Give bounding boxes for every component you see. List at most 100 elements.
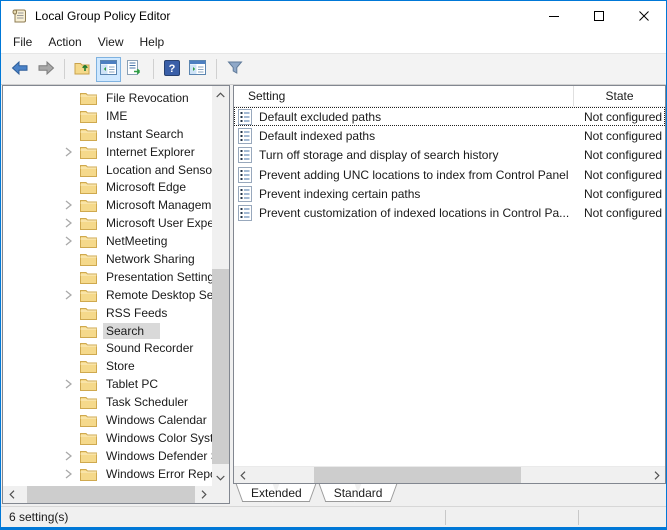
tree-item[interactable]: Location and Sensor — [3, 161, 212, 179]
tree-vertical-scrollbar[interactable] — [212, 86, 229, 486]
tree-item[interactable]: Instant Search — [3, 125, 212, 143]
menu-item[interactable]: File — [5, 33, 40, 51]
setting-row[interactable]: Prevent indexing certain paths Not confi… — [234, 184, 665, 203]
tree-item[interactable]: Microsoft Managem — [3, 196, 212, 214]
chevron-right-icon[interactable] — [60, 90, 76, 106]
chevron-right-icon[interactable] — [60, 305, 76, 321]
tree-item-label: File Revocation — [103, 90, 192, 106]
scroll-right-arrow[interactable] — [648, 467, 665, 484]
scroll-right-arrow[interactable] — [195, 486, 212, 503]
close-button[interactable] — [621, 1, 666, 31]
back-button[interactable] — [7, 57, 32, 82]
chevron-right-icon[interactable] — [60, 251, 76, 267]
window-title: Local Group Policy Editor — [35, 9, 531, 23]
tree-item[interactable]: Network Sharing — [3, 250, 212, 268]
chevron-right-icon[interactable] — [60, 162, 76, 178]
setting-row[interactable]: Turn off storage and display of search h… — [234, 146, 665, 165]
scroll-up-arrow[interactable] — [212, 86, 229, 103]
tree-item[interactable]: Windows Calendar — [3, 411, 212, 429]
menu-bar: File Action View Help — [1, 31, 666, 53]
folder-icon — [80, 109, 97, 123]
console-tree: File Revocation IME — [3, 86, 212, 486]
tree-item-label: Windows Defender S — [103, 448, 212, 464]
chevron-right-icon[interactable] — [60, 179, 76, 195]
show-console-tree-icon — [100, 60, 117, 78]
tree-item[interactable]: IME — [3, 107, 212, 125]
scrollbar-thumb[interactable] — [212, 269, 229, 464]
chevron-right-icon[interactable] — [60, 340, 76, 356]
folder-icon — [80, 449, 97, 463]
tree-item[interactable]: RSS Feeds — [3, 304, 212, 322]
scrollbar-thumb[interactable] — [27, 486, 195, 503]
column-header-state[interactable]: State — [574, 89, 665, 103]
setting-row[interactable]: Prevent customization of indexed locatio… — [234, 203, 665, 222]
tree-item[interactable]: Store — [3, 357, 212, 375]
chevron-right-icon[interactable] — [60, 430, 76, 446]
folder-icon — [80, 341, 97, 355]
setting-row[interactable]: Prevent adding UNC locations to index fr… — [234, 165, 665, 184]
chevron-right-icon[interactable] — [60, 323, 76, 339]
setting-row[interactable]: Default indexed paths Not configured — [234, 126, 665, 145]
chevron-right-icon[interactable] — [60, 126, 76, 142]
maximize-button[interactable] — [576, 1, 621, 31]
chevron-right-icon[interactable] — [60, 269, 76, 285]
setting-name: Default excluded paths — [259, 110, 578, 124]
tree-item[interactable]: NetMeeting — [3, 232, 212, 250]
chevron-right-icon[interactable] — [60, 394, 76, 410]
forward-button[interactable] — [33, 57, 58, 82]
column-header-setting[interactable]: Setting — [234, 86, 574, 106]
chevron-right-icon[interactable] — [60, 376, 76, 392]
tree-item-label: IME — [103, 108, 130, 124]
tree-item[interactable]: File Revocation — [3, 89, 212, 107]
policy-setting-icon — [238, 167, 252, 183]
chevron-right-icon[interactable] — [60, 287, 76, 303]
tree-item-label: Remote Desktop Ser — [103, 287, 212, 303]
tree-item[interactable]: Sound Recorder — [3, 339, 212, 357]
tree-item[interactable]: Windows Color Syst — [3, 429, 212, 447]
export-list-button[interactable] — [122, 57, 147, 82]
up-one-level-button[interactable] — [70, 57, 95, 82]
tree-item[interactable]: Presentation Setting — [3, 268, 212, 286]
list-horizontal-scrollbar[interactable] — [234, 466, 665, 483]
filter-button[interactable] — [222, 57, 247, 82]
setting-state: Not configured — [578, 110, 662, 124]
tree-item[interactable]: Task Scheduler — [3, 393, 212, 411]
chevron-right-icon[interactable] — [60, 108, 76, 124]
chevron-right-icon[interactable] — [60, 466, 76, 482]
tree-item[interactable]: Internet Explorer — [3, 143, 212, 161]
tree-item[interactable]: Tablet PC — [3, 375, 212, 393]
chevron-right-icon[interactable] — [60, 358, 76, 374]
tree-item[interactable]: Windows Error Repo — [3, 465, 212, 483]
tab-standard[interactable]: Standard — [318, 484, 399, 502]
console-tree-pane: File Revocation IME — [2, 85, 230, 504]
chevron-right-icon[interactable] — [60, 412, 76, 428]
chevron-right-icon[interactable] — [60, 448, 76, 464]
scroll-down-arrow[interactable] — [212, 469, 229, 486]
tab-extended[interactable]: Extended — [235, 484, 318, 502]
minimize-button[interactable] — [531, 1, 576, 31]
tree-horizontal-scrollbar[interactable] — [3, 486, 212, 503]
chevron-right-icon[interactable] — [60, 197, 76, 213]
show-action-pane-button[interactable] — [185, 57, 210, 82]
chevron-right-icon[interactable] — [60, 233, 76, 249]
menu-item[interactable]: Help — [132, 33, 173, 51]
folder-icon — [80, 127, 97, 141]
chevron-right-icon[interactable] — [60, 215, 76, 231]
folder-icon — [80, 467, 97, 481]
tree-item[interactable]: Search — [3, 322, 212, 340]
chevron-right-icon[interactable] — [60, 144, 76, 160]
scroll-left-arrow[interactable] — [3, 486, 20, 503]
tree-item[interactable]: Microsoft User Exper — [3, 214, 212, 232]
scroll-left-arrow[interactable] — [234, 467, 251, 484]
show-console-tree-button[interactable] — [96, 57, 121, 82]
tree-item[interactable]: Windows Defender S — [3, 447, 212, 465]
menu-item[interactable]: View — [90, 33, 132, 51]
folder-icon — [80, 91, 97, 105]
help-button[interactable]: ? — [159, 57, 184, 82]
setting-row[interactable]: Default excluded paths Not configured — [234, 107, 665, 126]
tree-item[interactable]: Remote Desktop Ser — [3, 286, 212, 304]
scrollbar-thumb[interactable] — [314, 467, 521, 484]
tree-item[interactable]: Microsoft Edge — [3, 178, 212, 196]
menu-item[interactable]: Action — [40, 33, 89, 51]
gpedit-scroll-icon — [11, 8, 27, 24]
